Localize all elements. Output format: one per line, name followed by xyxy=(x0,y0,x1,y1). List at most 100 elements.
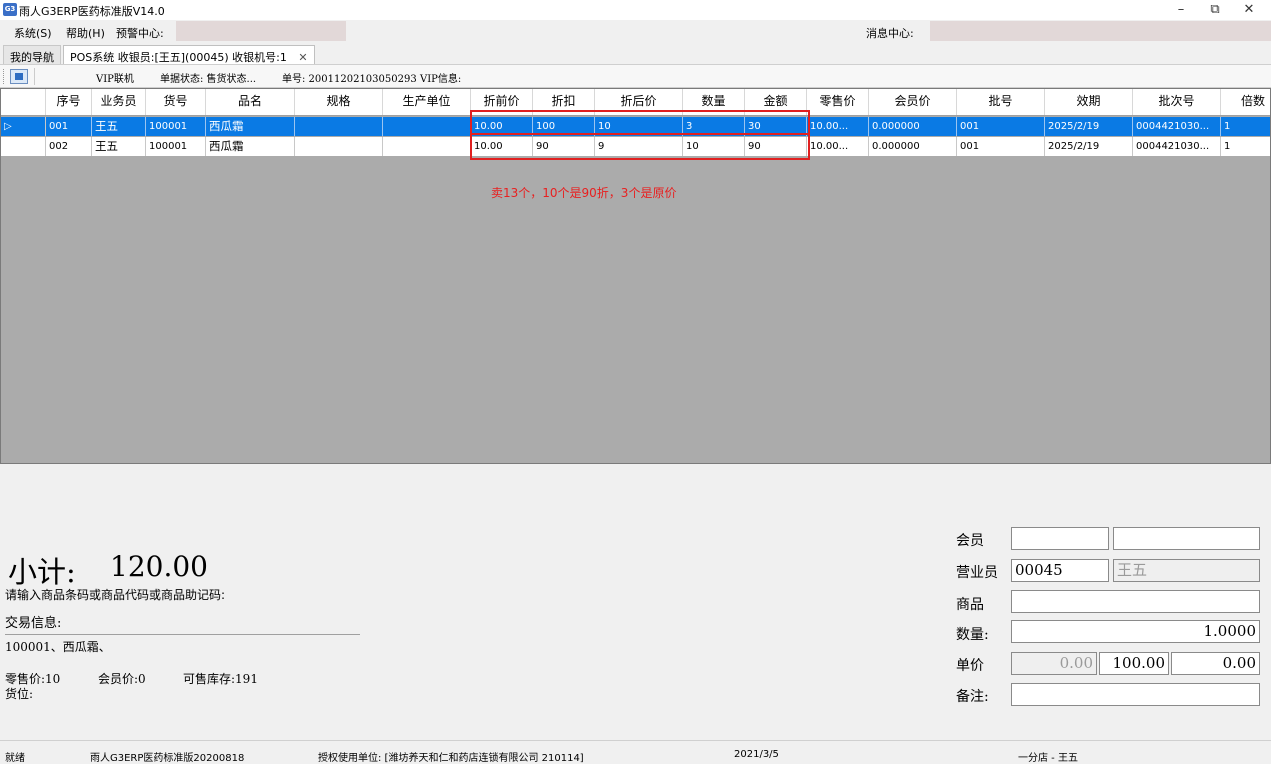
trade-info-text: 100001、西瓜霜、 xyxy=(5,640,111,654)
cell-name[interactable]: 西瓜霜 xyxy=(206,117,295,136)
message-center-panel xyxy=(930,21,1271,41)
cell-lot[interactable]: 001 xyxy=(957,117,1045,136)
cell-code[interactable]: 100001 xyxy=(146,117,206,136)
sales-grid: 序号 业务员 货号 品名 规格 生产单位 折前价 折扣 折后价 数量 金额 零售… xyxy=(0,88,1271,464)
cell-member-price[interactable]: 0.000000 xyxy=(869,137,957,156)
status-licensee: 授权使用单位: [潍坊养天和仁和药店连锁有限公司 210114] xyxy=(318,753,584,764)
cell-seq[interactable]: 002 xyxy=(46,137,92,156)
tab-pos-label: POS系统 收银员:[王五](00045) 收银机号:1 xyxy=(70,51,287,64)
menu-message-center[interactable]: 消息中心: xyxy=(866,25,914,41)
cell-multiple[interactable]: 1 xyxy=(1221,137,1270,156)
member-price-text: 会员价:0 xyxy=(98,672,146,686)
title-bar: G3 雨人G3ERP医药标准版V14.0 – ⧉ ✕ xyxy=(0,0,1271,20)
col-code[interactable]: 货号 xyxy=(146,89,206,115)
status-ready: 就绪 xyxy=(5,753,25,764)
clerk-label: 营业员 xyxy=(956,565,998,581)
col-spec[interactable]: 规格 xyxy=(295,89,383,115)
member-input[interactable] xyxy=(1011,527,1109,550)
col-expiry[interactable]: 效期 xyxy=(1045,89,1133,115)
member-label: 会员 xyxy=(956,533,984,549)
col-maker[interactable]: 生产单位 xyxy=(383,89,471,115)
available-stock-text: 可售库存:191 xyxy=(183,672,258,686)
qty-input[interactable]: 1.0000 xyxy=(1011,620,1260,643)
cell-expiry[interactable]: 2025/2/19 xyxy=(1045,137,1133,156)
status-branch: 一分店 - 王五 xyxy=(1018,753,1078,764)
annotation-text: 卖13个，10个是90折，3个是原价 xyxy=(491,186,677,200)
clerk-code-input[interactable]: 00045 xyxy=(1011,559,1109,582)
cell-spec[interactable] xyxy=(295,117,383,136)
cell-retail[interactable]: 10.00... xyxy=(807,117,869,136)
col-retail[interactable]: 零售价 xyxy=(807,89,869,115)
warning-center-panel xyxy=(176,21,346,41)
window-view-icon[interactable] xyxy=(10,69,28,84)
row-indicator xyxy=(1,137,46,156)
checkout-panel: 小计: 120.00 请输入商品条码或商品代码或商品助记码: 交易信息: 100… xyxy=(0,464,1271,740)
toolbar-divider xyxy=(34,68,35,85)
window-title: 雨人G3ERP医药标准版V14.0 xyxy=(19,5,165,18)
cell-lot[interactable]: 001 xyxy=(957,137,1045,156)
col-multiple[interactable]: 倍数 xyxy=(1221,89,1270,115)
row-indicator: ▷ xyxy=(1,117,46,136)
minimize-button[interactable]: – xyxy=(1166,1,1196,19)
cell-member-price[interactable]: 0.000000 xyxy=(869,117,957,136)
toolbar: VIP联机 单据状态: 售货状态... 单号: 2001120210305029… xyxy=(0,64,1271,88)
menu-warning-center[interactable]: 预警中心: xyxy=(116,25,164,41)
maximize-button[interactable]: ⧉ xyxy=(1200,1,1230,19)
tab-bar: 我的导航 POS系统 收银员:[王五](00045) 收银机号:1 ✕ xyxy=(0,42,1271,64)
note-label: 备注: xyxy=(956,689,989,705)
status-version: 雨人G3ERP医药标准版20200818 xyxy=(90,753,245,764)
doc-number-text: 单号: 20011202103050293 xyxy=(282,74,417,85)
annotation-divider xyxy=(470,133,810,135)
trade-info-label: 交易信息: xyxy=(5,616,62,631)
tab-close-icon[interactable]: ✕ xyxy=(298,51,307,64)
price-field-3[interactable]: 0.00 xyxy=(1171,652,1260,675)
vip-online-button[interactable]: VIP联机 xyxy=(96,70,134,85)
member-name-field[interactable] xyxy=(1113,527,1260,550)
input-prompt: 请输入商品条码或商品代码或商品助记码: xyxy=(5,588,226,602)
cell-spec[interactable] xyxy=(295,137,383,156)
cell-expiry[interactable]: 2025/2/19 xyxy=(1045,117,1133,136)
location-text: 货位: xyxy=(5,687,34,701)
clerk-name-field: 王五 xyxy=(1113,559,1260,582)
cell-name[interactable]: 西瓜霜 xyxy=(206,137,295,156)
close-button[interactable]: ✕ xyxy=(1234,1,1264,19)
subtotal-label: 小计: xyxy=(8,555,76,589)
col-seq[interactable]: 序号 xyxy=(46,89,92,115)
col-name[interactable]: 品名 xyxy=(206,89,295,115)
cell-batch[interactable]: 0004421030... xyxy=(1133,137,1221,156)
cell-seq[interactable]: 001 xyxy=(46,117,92,136)
tab-my-navigation[interactable]: 我的导航 xyxy=(3,45,61,64)
vip-info-text: VIP信息: xyxy=(420,74,462,85)
cell-maker[interactable] xyxy=(383,137,471,156)
price-field-2[interactable]: 100.00 xyxy=(1099,652,1169,675)
header-corner xyxy=(1,89,46,115)
product-label: 商品 xyxy=(956,597,984,613)
cell-batch[interactable]: 0004421030... xyxy=(1133,117,1221,136)
note-input[interactable] xyxy=(1011,683,1260,706)
trade-info-divider xyxy=(5,634,360,635)
cell-clerk[interactable]: 王五 xyxy=(92,117,146,136)
app-logo-icon: G3 xyxy=(3,3,17,16)
cell-multiple[interactable]: 1 xyxy=(1221,117,1270,136)
cell-code[interactable]: 100001 xyxy=(146,137,206,156)
col-lot[interactable]: 批号 xyxy=(957,89,1045,115)
status-date: 2021/3/5 xyxy=(734,749,779,760)
cell-maker[interactable] xyxy=(383,117,471,136)
qty-label: 数量: xyxy=(956,627,989,643)
doc-status-text: 单据状态: 售货状态... xyxy=(160,74,257,85)
cell-retail[interactable]: 10.00... xyxy=(807,137,869,156)
col-clerk[interactable]: 业务员 xyxy=(92,89,146,115)
menu-help[interactable]: 帮助(H) xyxy=(66,25,105,41)
status-bar: 就绪 雨人G3ERP医药标准版20200818 授权使用单位: [潍坊养天和仁和… xyxy=(0,740,1271,764)
col-batch[interactable]: 批次号 xyxy=(1133,89,1221,115)
menu-system[interactable]: 系统(S) xyxy=(14,25,52,41)
price-label: 单价 xyxy=(956,658,984,674)
cell-clerk[interactable]: 王五 xyxy=(92,137,146,156)
selected-row-icon: ▷ xyxy=(4,121,12,132)
tab-pos-system[interactable]: POS系统 收银员:[王五](00045) 收银机号:1 ✕ xyxy=(63,45,315,64)
menu-bar: 系统(S) 帮助(H) 预警中心: 消息中心: xyxy=(0,20,1271,42)
annotation-box xyxy=(470,110,810,160)
product-input[interactable] xyxy=(1011,590,1260,613)
col-member-price[interactable]: 会员价 xyxy=(869,89,957,115)
toolbar-grip xyxy=(3,69,5,84)
